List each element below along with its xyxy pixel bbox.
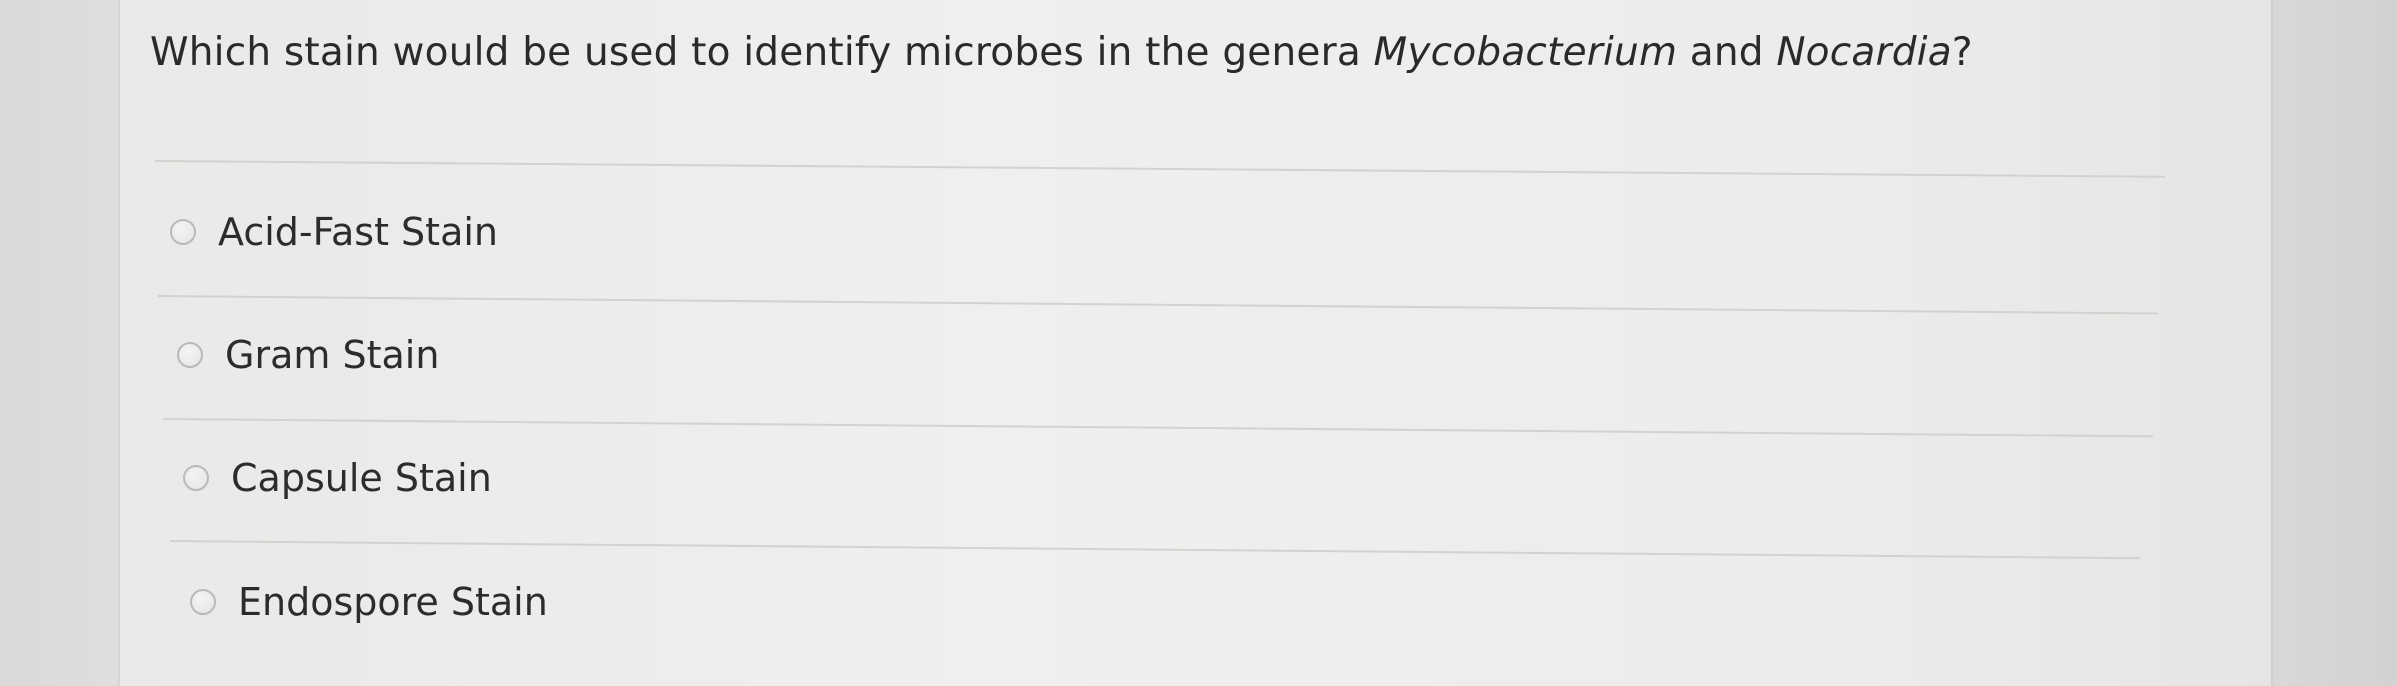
option-label-endospore[interactable]: Endospore Stain — [238, 580, 548, 624]
option-label-gram[interactable]: Gram Stain — [225, 333, 439, 377]
option-endospore-stain[interactable]: Endospore Stain — [190, 580, 548, 624]
option-label-capsule[interactable]: Capsule Stain — [231, 456, 492, 500]
question-genus-nocardia: Nocardia — [1776, 30, 1952, 75]
question-conjunction: and — [1677, 30, 1777, 75]
radio-button-acid-fast[interactable] — [170, 219, 196, 245]
radio-button-gram[interactable] — [177, 342, 203, 368]
option-capsule-stain[interactable]: Capsule Stain — [183, 456, 492, 500]
radio-button-endospore[interactable] — [190, 589, 216, 615]
option-gram-stain[interactable]: Gram Stain — [177, 333, 439, 377]
question-text: Which stain would be used to identify mi… — [150, 30, 1973, 75]
question-suffix: ? — [1951, 30, 1973, 75]
option-acid-fast-stain[interactable]: Acid-Fast Stain — [170, 210, 498, 254]
question-prefix: Which stain would be used to identify mi… — [150, 30, 1374, 75]
radio-button-capsule[interactable] — [183, 465, 209, 491]
question-genus-mycobacterium: Mycobacterium — [1373, 30, 1678, 75]
option-label-acid-fast[interactable]: Acid-Fast Stain — [218, 210, 498, 254]
